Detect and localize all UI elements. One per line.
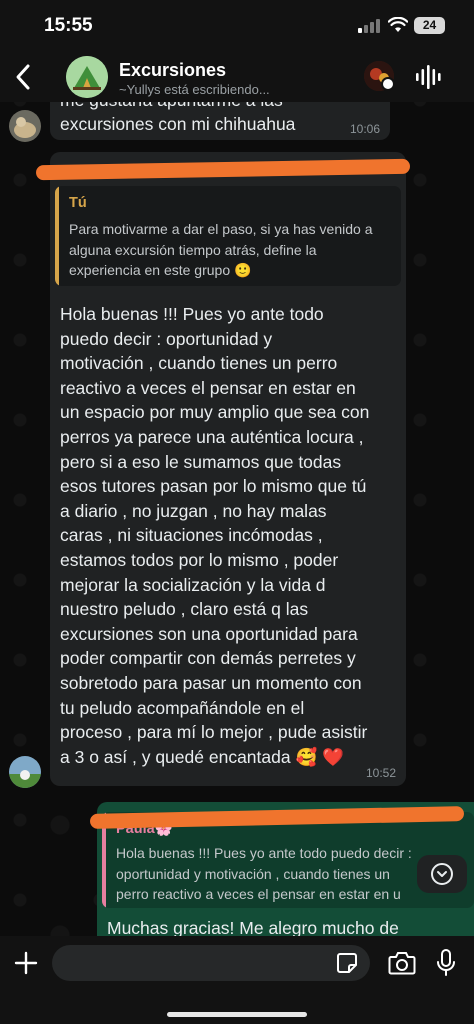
typing-status: ~Yullys está escribiendo... [119, 82, 270, 97]
message-text: Hola buenas !!! Pues yo ante todo puedo … [60, 304, 370, 767]
message-time: 10:52 [365, 766, 396, 780]
quote-text: Para motivarme a dar el paso, si ya has … [69, 221, 373, 278]
scroll-to-bottom-button[interactable] [417, 855, 467, 893]
back-icon[interactable] [10, 60, 36, 94]
battery-indicator: 24 [414, 17, 445, 34]
camera-icon[interactable] [388, 950, 416, 976]
signal-icon [358, 19, 380, 33]
message-input[interactable] [52, 945, 370, 981]
message-text: Muchas gracias! Me alegro mucho de [107, 918, 399, 936]
sender-avatar[interactable] [9, 756, 41, 788]
wifi-icon [388, 17, 408, 32]
status-bar: 15:55 24 [0, 0, 474, 52]
quote-author: Tú [69, 195, 87, 211]
group-name[interactable]: Excursiones [119, 60, 226, 81]
verified-badge-icon [381, 77, 395, 91]
sticker-icon[interactable] [336, 952, 358, 974]
input-bar [0, 936, 474, 1024]
redaction-scribble [35, 158, 411, 181]
group-avatar[interactable] [66, 56, 108, 98]
chat-area[interactable]: me gustaría apuntarme a las excursiones … [0, 102, 474, 936]
mic-icon[interactable] [435, 948, 457, 978]
quote-text: Hola buenas !!! Pues yo ante todo puedo … [116, 845, 412, 902]
message-bubble[interactable]: Tú Para motivarme a dar el paso, si ya h… [35, 152, 411, 786]
chat-header: Excursiones ~Yullys está escribiendo... [0, 52, 474, 102]
quote-bar [55, 186, 59, 286]
status-time: 15:55 [44, 15, 93, 36]
message-text: excursiones con mi chihuahua [60, 114, 296, 134]
sender-avatar[interactable] [9, 110, 41, 142]
home-indicator [167, 1012, 307, 1017]
voice-call-icon[interactable] [413, 64, 443, 90]
message-time: 10:06 [349, 122, 380, 136]
message-text: me gustaría apuntarme a las [60, 102, 283, 113]
quoted-message[interactable]: Tú Para motivarme a dar el paso, si ya h… [55, 186, 401, 286]
chevron-down-icon [431, 863, 453, 885]
plus-icon[interactable] [13, 950, 39, 976]
message-bubble[interactable]: me gustaría apuntarme a las excursiones … [50, 102, 390, 140]
